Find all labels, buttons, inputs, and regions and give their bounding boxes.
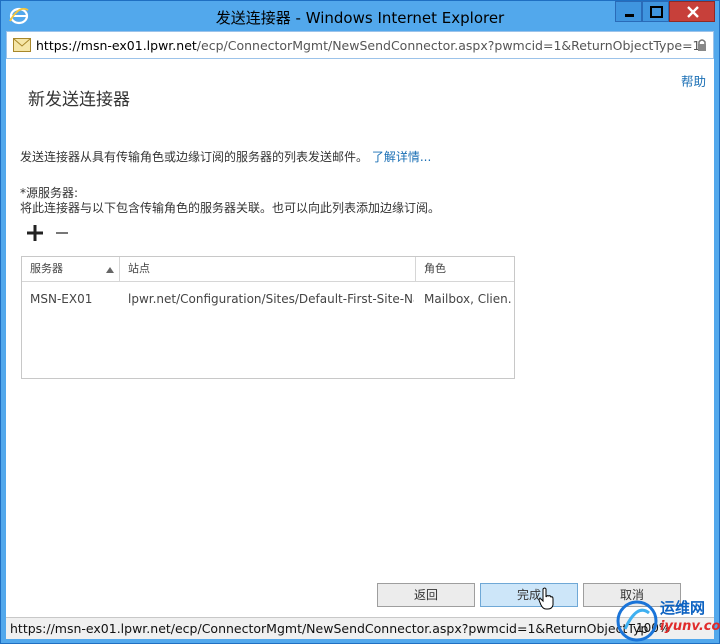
cell-server: MSN-EX01 (30, 292, 93, 306)
dialog-content: 帮助 新发送连接器 发送连接器从具有传输角色或边缘订阅的服务器的列表发送邮件。 … (6, 59, 714, 617)
status-url: https://msn-ex01.lpwr.net/ecp/ConnectorM… (10, 621, 649, 636)
back-button[interactable]: 返回 (377, 583, 475, 607)
column-header-role[interactable]: 角色 (416, 257, 514, 282)
learn-more-link[interactable]: 了解详情... (372, 150, 431, 164)
watermark-icon (616, 600, 658, 642)
address-path: /ecp/ConnectorMgmt/NewSendConnector.aspx… (196, 38, 701, 53)
close-icon (687, 6, 699, 18)
grid-header: 服务器 站点 角色 (22, 257, 514, 282)
maximize-icon (650, 6, 663, 18)
server-grid: 服务器 站点 角色 MSN-EX01 lpwr.net/Configuratio… (21, 256, 515, 379)
watermark-site: iyunv.com (660, 619, 720, 634)
description: 发送连接器从具有传输角色或边缘订阅的服务器的列表发送邮件。 了解详情... (20, 148, 431, 165)
sort-ascending-icon (106, 267, 114, 273)
close-button[interactable] (669, 1, 715, 22)
browser-window: 发送连接器 - Windows Internet Explorer https:… (0, 0, 720, 644)
column-header-site[interactable]: 站点 (120, 257, 416, 282)
title-bar: 发送连接器 - Windows Internet Explorer (1, 1, 719, 31)
description-text: 发送连接器从具有传输角色或边缘订阅的服务器的列表发送邮件。 (20, 150, 369, 164)
remove-server-button[interactable] (53, 222, 71, 244)
cell-site: lpwr.net/Configuration/Sites/Default-Fir… (128, 292, 414, 306)
status-bar: https://msn-ex01.lpwr.net/ecp/ConnectorM… (6, 617, 714, 639)
help-link[interactable]: 帮助 (681, 71, 706, 90)
address-bar[interactable]: https://msn-ex01.lpwr.net/ecp/ConnectorM… (6, 31, 714, 59)
page-icon (13, 38, 31, 52)
maximize-button[interactable] (642, 1, 669, 22)
window-title: 发送连接器 - Windows Internet Explorer (215, 9, 505, 27)
table-row[interactable]: MSN-EX01 lpwr.net/Configuration/Sites/De… (22, 283, 514, 317)
watermark-logo: 运维网 iyunv.com (613, 593, 720, 644)
watermark-name: 运维网 (660, 599, 706, 617)
source-server-hint: 将此连接器与以下包含传输角色的服务器关联。也可以向此列表添加边缘订阅。 (20, 201, 441, 215)
add-server-button[interactable] (24, 222, 46, 244)
address-url: https://msn-ex01.lpwr.net/ecp/ConnectorM… (36, 38, 701, 53)
minimize-button[interactable] (615, 1, 642, 22)
lock-icon (698, 39, 706, 51)
hand-cursor-icon (538, 587, 554, 610)
address-host: https://msn-ex01.lpwr.net (36, 38, 197, 53)
minimize-icon (625, 14, 634, 17)
page-title: 新发送连接器 (28, 90, 130, 110)
finish-button[interactable]: 完成 (480, 583, 578, 607)
cell-role: Mailbox, Clien... (424, 292, 512, 306)
